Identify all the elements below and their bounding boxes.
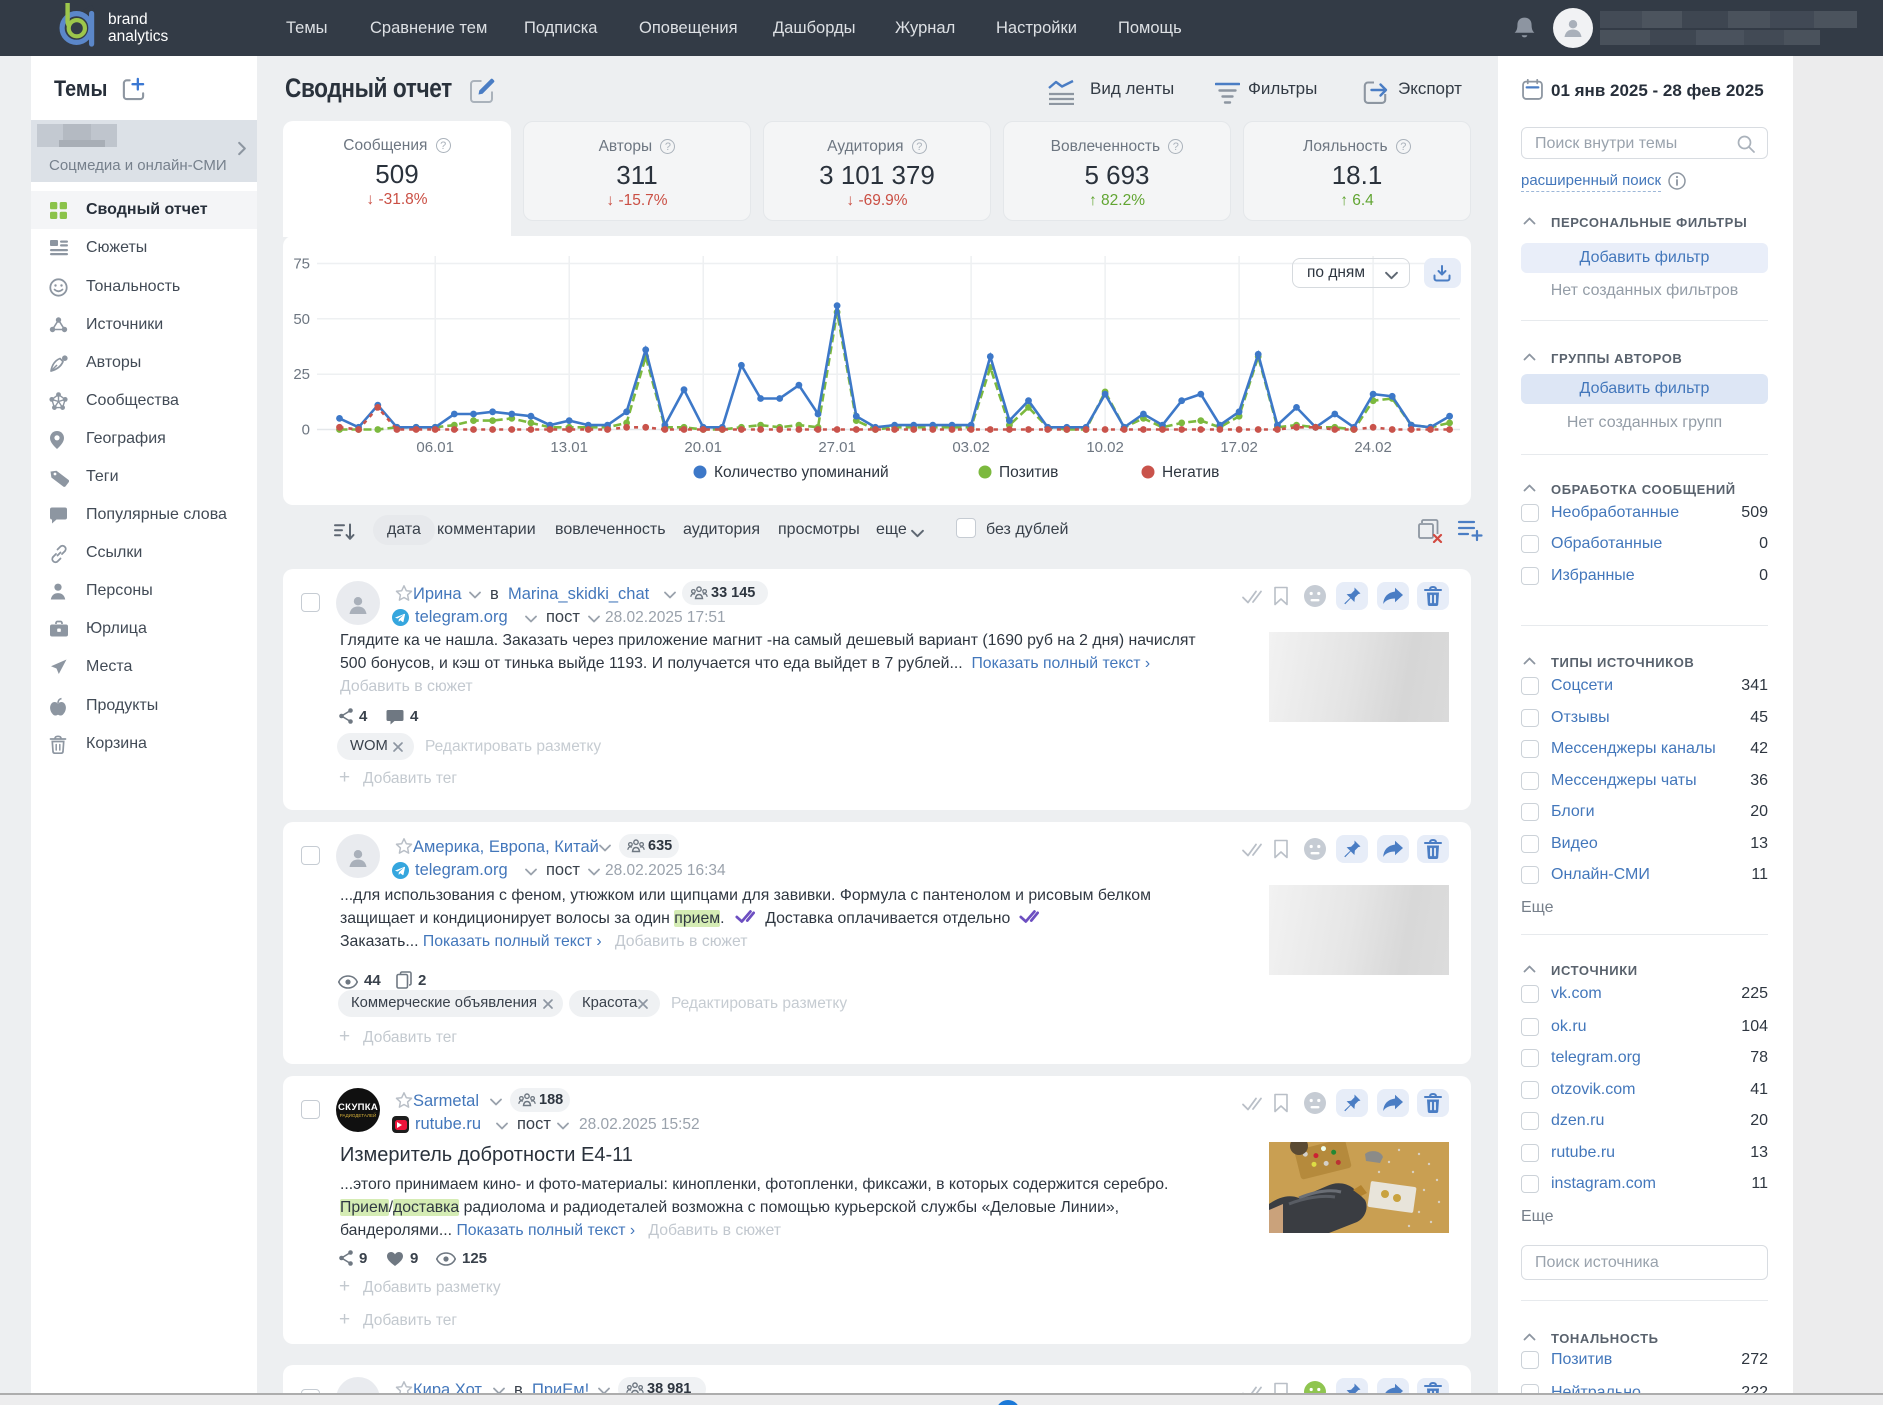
svg-text:24.02: 24.02 bbox=[1354, 439, 1392, 456]
svg-text:25: 25 bbox=[293, 366, 310, 383]
svg-text:Позитив: Позитив bbox=[999, 464, 1058, 481]
svg-text:10.02: 10.02 bbox=[1086, 439, 1124, 456]
svg-text:27.01: 27.01 bbox=[818, 439, 856, 456]
svg-text:75: 75 bbox=[293, 256, 310, 273]
svg-text:Количество упоминаний: Количество упоминаний bbox=[714, 464, 889, 481]
svg-text:20.01: 20.01 bbox=[684, 439, 722, 456]
svg-text:50: 50 bbox=[293, 311, 310, 328]
svg-text:17.02: 17.02 bbox=[1220, 439, 1258, 456]
svg-text:13.01: 13.01 bbox=[550, 439, 588, 456]
svg-text:03.02: 03.02 bbox=[952, 439, 990, 456]
svg-text:Негатив: Негатив bbox=[1162, 464, 1219, 481]
svg-text:0: 0 bbox=[302, 422, 310, 439]
svg-text:06.01: 06.01 bbox=[416, 439, 454, 456]
